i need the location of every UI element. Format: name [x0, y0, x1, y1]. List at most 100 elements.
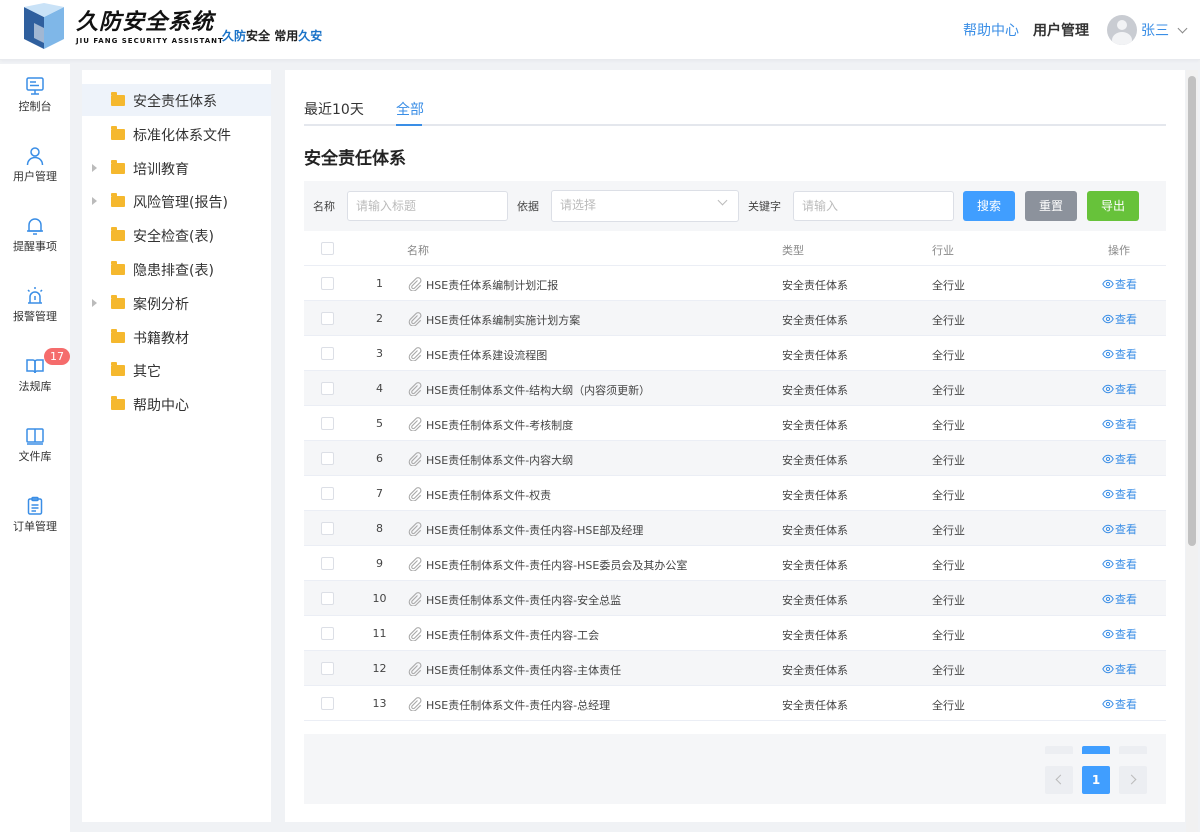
basis-filter-label: 依据 — [517, 200, 539, 213]
view-button[interactable]: 查看 — [1102, 696, 1137, 712]
select-all-checkbox[interactable] — [321, 242, 334, 255]
row-type: 安全责任体系 — [782, 419, 848, 432]
row-name-link[interactable]: HSE责任制体系文件-责任内容-HSE部及经理 — [426, 522, 643, 538]
view-label: 查看 — [1115, 348, 1137, 361]
eye-icon — [1102, 454, 1114, 464]
row-type: 安全责任体系 — [782, 699, 848, 712]
tree-item-other[interactable]: 其它 — [82, 354, 271, 386]
eye-icon — [1102, 629, 1114, 639]
row-industry: 全行业 — [932, 384, 965, 397]
row-name-link[interactable]: HSE责任制体系文件-内容大纲 — [426, 452, 573, 468]
reset-button[interactable]: 重置 — [1025, 191, 1077, 221]
logo[interactable]: 久防安全系统 JIU FANG SECURITY ASSISTANT — [20, 0, 224, 56]
header-action: 操作 — [1108, 244, 1130, 257]
nav-item-regulations[interactable]: 法规库 17 — [0, 348, 70, 412]
current-page-button[interactable]: 1 — [1082, 766, 1110, 794]
tree-item-help-center[interactable]: 帮助中心 — [82, 388, 271, 420]
view-button[interactable]: 查看 — [1102, 346, 1137, 362]
table-row: 3 HSE责任体系建设流程图 安全责任体系 全行业 查看 — [304, 336, 1166, 371]
tree-item-case-analysis[interactable]: 案例分析 — [82, 287, 271, 319]
paperclip-icon — [408, 697, 422, 711]
folder-icon — [111, 126, 125, 140]
prev-page-button[interactable] — [1045, 766, 1073, 794]
keyword-input[interactable] — [793, 191, 954, 221]
table-row: 8 HSE责任制体系文件-责任内容-HSE部及经理 安全责任体系 全行业 查看 — [304, 511, 1166, 546]
row-name-link[interactable]: HSE责任制体系文件-责任内容-HSE委员会及其办公室 — [426, 557, 687, 573]
avatar[interactable] — [1107, 15, 1137, 45]
help-center-link[interactable]: 帮助中心 — [963, 20, 1019, 40]
table-header-row: 名称 类型 行业 操作 — [304, 231, 1166, 266]
row-name-link[interactable]: HSE责任制体系文件-责任内容-安全总监 — [426, 592, 621, 608]
row-name-link[interactable]: HSE责任制体系文件-责任内容-工会 — [426, 627, 599, 643]
view-button[interactable]: 查看 — [1102, 381, 1137, 397]
view-label: 查看 — [1115, 488, 1137, 501]
view-button[interactable]: 查看 — [1102, 276, 1137, 292]
nav-item-alarm-management[interactable]: 报警管理 — [0, 286, 70, 342]
row-name-link[interactable]: HSE责任体系编制计划汇报 — [426, 277, 558, 293]
paperclip-icon — [408, 347, 422, 361]
nav-item-file-library[interactable]: 文件库 — [0, 426, 70, 482]
caret-right-icon[interactable] — [92, 164, 97, 172]
eye-icon — [1102, 349, 1114, 359]
row-name-link[interactable]: HSE责任体系编制实施计划方案 — [426, 312, 580, 328]
row-industry: 全行业 — [932, 489, 965, 502]
caret-right-icon[interactable] — [92, 299, 97, 307]
caret-right-icon[interactable] — [92, 197, 97, 205]
row-name-link[interactable]: HSE责任体系建设流程图 — [426, 347, 547, 363]
header-name: 名称 — [407, 244, 429, 257]
next-page-button[interactable] — [1119, 766, 1147, 794]
nav-item-console[interactable]: 控制台 — [0, 76, 70, 132]
nav-item-reminders[interactable]: 提醒事项 — [0, 216, 70, 272]
eye-icon — [1102, 664, 1114, 674]
nav-item-orders[interactable]: 订单管理 — [0, 496, 70, 552]
table-row: 2 HSE责任体系编制实施计划方案 安全责任体系 全行业 查看 — [304, 301, 1166, 336]
eye-icon — [1102, 699, 1114, 709]
row-name-link[interactable]: HSE责任制体系文件-权责 — [426, 487, 551, 503]
folder-icon — [111, 261, 125, 275]
view-button[interactable]: 查看 — [1102, 521, 1137, 537]
view-button[interactable]: 查看 — [1102, 591, 1137, 607]
folder-icon — [111, 362, 125, 376]
table-row: 7 HSE责任制体系文件-权责 安全责任体系 全行业 查看 — [304, 476, 1166, 511]
row-name-link[interactable]: HSE责任制体系文件-责任内容-主体责任 — [426, 662, 621, 678]
row-name-link[interactable]: HSE责任制体系文件-考核制度 — [426, 417, 573, 433]
view-button[interactable]: 查看 — [1102, 626, 1137, 642]
tab-all[interactable]: 全部 — [396, 99, 424, 119]
tree-item-hazard-check[interactable]: 隐患排查(表) — [82, 253, 271, 285]
basis-select[interactable]: 请选择 — [551, 190, 739, 222]
tree-item-risk-management[interactable]: 风险管理(报告) — [82, 185, 271, 217]
tree-item-books[interactable]: 书籍教材 — [82, 321, 271, 353]
tab-recent-10-days[interactable]: 最近10天 — [304, 99, 364, 119]
export-button[interactable]: 导出 — [1087, 191, 1139, 221]
row-name-link[interactable]: HSE责任制体系文件-责任内容-总经理 — [426, 697, 610, 713]
view-button[interactable]: 查看 — [1102, 416, 1137, 432]
tree-item-training[interactable]: 培训教育 — [82, 152, 271, 184]
filter-bar: 名称 依据 请选择 关键字 搜索 重置 导出 — [304, 181, 1166, 231]
view-button[interactable]: 查看 — [1102, 661, 1137, 677]
row-name-link[interactable]: HSE责任制体系文件-结构大纲（内容须更新） — [426, 382, 650, 398]
nav-item-user-management[interactable]: 用户管理 — [0, 146, 70, 202]
monitor-icon — [26, 77, 44, 95]
table-row: 12 HSE责任制体系文件-责任内容-主体责任 安全责任体系 全行业 查看 — [304, 651, 1166, 686]
bell-icon — [27, 218, 43, 235]
view-label: 查看 — [1115, 278, 1137, 291]
row-industry: 全行业 — [932, 559, 965, 572]
chevron-down-icon[interactable] — [1177, 23, 1188, 33]
tree-item-standardization[interactable]: 标准化体系文件 — [82, 118, 271, 150]
view-button[interactable]: 查看 — [1102, 556, 1137, 572]
name-input[interactable] — [347, 191, 508, 221]
paperclip-icon — [408, 522, 422, 536]
username[interactable]: 张三 — [1141, 20, 1169, 40]
row-industry: 全行业 — [932, 454, 965, 467]
view-button[interactable]: 查看 — [1102, 311, 1137, 327]
view-button[interactable]: 查看 — [1102, 486, 1137, 502]
eye-icon — [1102, 594, 1114, 604]
user-management-link[interactable]: 用户管理 — [1033, 20, 1089, 40]
tree-item-safety-responsibility[interactable]: 安全责任体系 — [82, 84, 271, 116]
page-scrollbar[interactable] — [1186, 70, 1198, 832]
paperclip-icon — [408, 487, 422, 501]
view-button[interactable]: 查看 — [1102, 451, 1137, 467]
tree-item-safety-inspection[interactable]: 安全检查(表) — [82, 219, 271, 251]
scrollbar-thumb[interactable] — [1188, 76, 1196, 546]
search-button[interactable]: 搜索 — [963, 191, 1015, 221]
